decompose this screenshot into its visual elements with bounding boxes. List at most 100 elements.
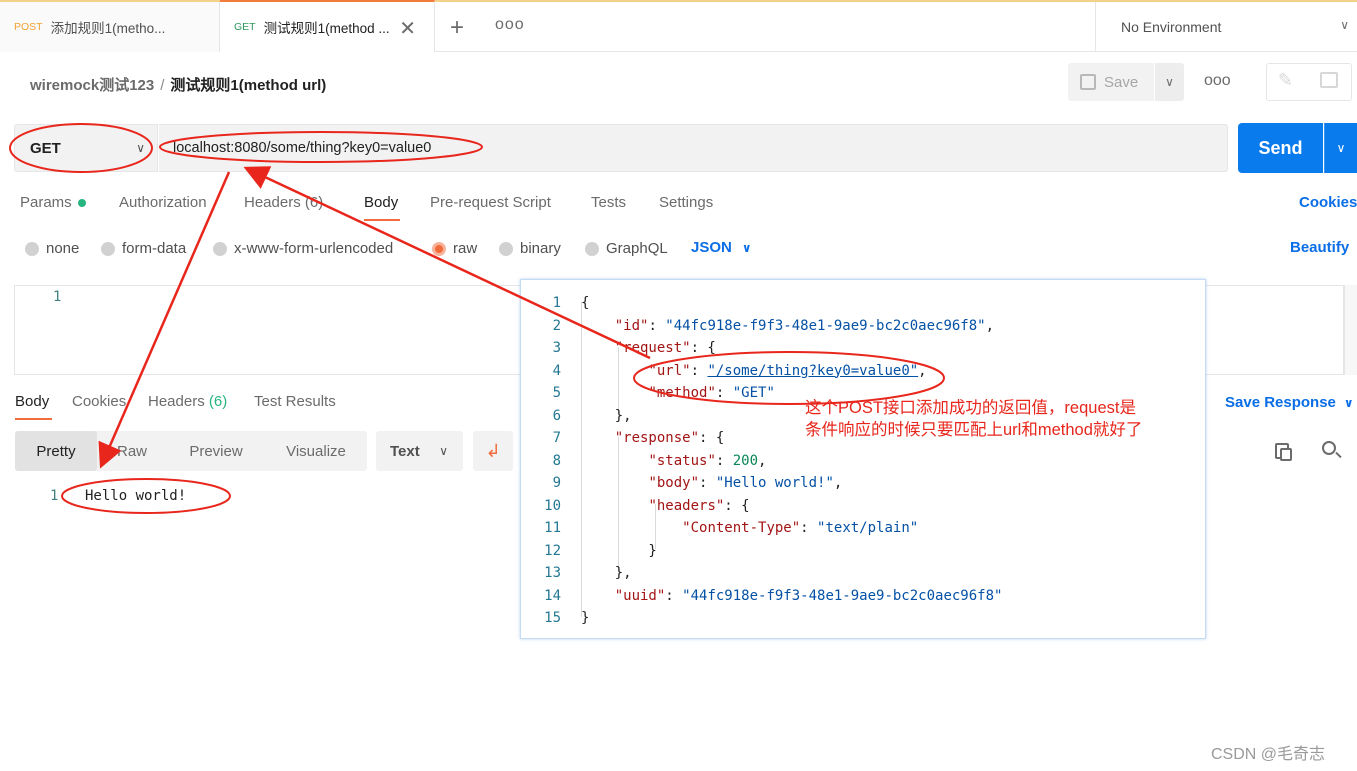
view-pretty[interactable]: Pretty xyxy=(15,431,97,471)
comment-icon[interactable] xyxy=(1320,72,1338,88)
json-value: "GET" xyxy=(732,385,775,401)
view-visualize[interactable]: Visualize xyxy=(265,431,367,471)
line-number: 12 xyxy=(544,542,561,559)
json-line-11: "Content-Type": "text/plain" xyxy=(682,520,919,536)
url-value: localhost:8080/some/thing?key0=value0 xyxy=(173,140,432,156)
radio-label: binary xyxy=(520,240,561,257)
chevron-down-icon: ∨ xyxy=(741,241,752,255)
new-tab-plus-icon[interactable]: + xyxy=(450,14,464,42)
copy-icon-front xyxy=(1280,448,1292,461)
response-format-select[interactable]: Text ∨ xyxy=(376,431,463,471)
response-tab-headers[interactable]: Headers (6) xyxy=(148,393,227,410)
annotation-line: 这个POST接口添加成功的返回值，request是 xyxy=(805,399,1136,417)
tab-post-add-rule[interactable]: POST 添加规则1(metho... xyxy=(0,2,220,52)
method-value: GET xyxy=(30,139,61,157)
watermark: CSDN @毛奇志 xyxy=(1211,746,1326,763)
close-icon[interactable]: ✕ xyxy=(399,16,416,41)
line-number: 9 xyxy=(552,475,561,491)
line-number: 3 xyxy=(552,340,561,356)
json-line-14: "uuid": "44fc918e-f9f3-48e1-9ae9-bc2c0ae… xyxy=(614,587,1003,604)
save-options-chevron-icon[interactable]: ∨ xyxy=(1155,63,1184,101)
save-button[interactable]: Save xyxy=(1068,63,1154,101)
json-value: "/some/thing?key0=value0" xyxy=(707,362,919,379)
json-line-4: "url": "/some/thing?key0=value0", xyxy=(648,362,927,379)
breadcrumb-request[interactable]: 测试规则1(method url) xyxy=(170,77,326,94)
json-key: "method" xyxy=(648,385,716,401)
line-number: 15 xyxy=(544,610,561,626)
json-line-10: "headers": { xyxy=(648,497,750,514)
radio-binary[interactable]: binary xyxy=(499,240,561,257)
json-code: { "id": "44fc918e-f9f3-48e1-9ae9-bc2c0ae… xyxy=(581,292,1002,630)
view-mode-bar: Pretty Raw Preview Visualize xyxy=(15,431,367,471)
tab-tests[interactable]: Tests xyxy=(591,194,626,211)
save-disk-icon xyxy=(1080,74,1096,90)
breadcrumb-collection[interactable]: wiremock测试123 xyxy=(30,77,154,94)
radio-form-data[interactable]: form-data xyxy=(101,240,186,257)
radio-dot xyxy=(101,241,115,256)
cookies-link[interactable]: Cookies xyxy=(1299,194,1357,211)
json-key: "uuid" xyxy=(614,587,666,604)
line-number: 13 xyxy=(544,565,561,581)
editor-scrollbar[interactable] xyxy=(1344,285,1357,375)
search-icon[interactable] xyxy=(1322,441,1336,455)
send-button[interactable]: Send xyxy=(1238,123,1323,173)
radio-graphql[interactable]: GraphQL xyxy=(585,240,668,257)
tab-title: 测试规则1(method ... xyxy=(263,21,390,36)
line-number: 5 xyxy=(552,385,561,401)
line-number: 8 xyxy=(552,452,561,469)
tab-params-label: Params xyxy=(20,194,72,211)
response-body-text: Hello world! xyxy=(85,488,187,504)
radio-dot xyxy=(585,241,599,256)
breadcrumb: wiremock测试123 / 测试规则1(method url) xyxy=(30,74,326,95)
radio-dot xyxy=(213,241,227,256)
line-number: 11 xyxy=(544,520,561,536)
radio-x-www-form-urlencoded[interactable]: x-www-form-urlencoded xyxy=(213,240,393,257)
breadcrumb-separator: / xyxy=(160,77,165,94)
environment-select[interactable]: No Environment ∨ xyxy=(1095,2,1357,52)
json-key: "request" xyxy=(614,340,691,356)
json-line-3: "request": { xyxy=(614,340,716,356)
save-response-button[interactable]: Save Response ∨ xyxy=(1225,394,1354,411)
save-response-label: Save Response xyxy=(1225,394,1336,411)
more-tabs-icon[interactable]: ooo xyxy=(495,16,525,34)
json-key: "id" xyxy=(614,317,649,334)
edit-pencil-icon[interactable]: ✎ xyxy=(1278,70,1293,91)
body-format-select[interactable]: JSON ∨ xyxy=(691,239,752,256)
json-key: "response" xyxy=(614,430,700,446)
view-preview[interactable]: Preview xyxy=(167,431,265,471)
radio-raw[interactable]: raw xyxy=(432,240,477,257)
line-number: 7 xyxy=(552,430,561,446)
active-tab-underline xyxy=(364,219,400,221)
json-line-8: "status": 200, xyxy=(648,452,767,469)
editor-line-number: 1 xyxy=(53,289,62,305)
response-tab-cookies[interactable]: Cookies xyxy=(72,393,126,410)
json-key: "headers" xyxy=(648,497,725,514)
tab-settings[interactable]: Settings xyxy=(659,194,713,211)
tab-authorization[interactable]: Authorization xyxy=(119,194,207,211)
tab-body[interactable]: Body xyxy=(364,194,398,211)
chevron-down-icon: ∨ xyxy=(439,444,448,458)
line-number: 4 xyxy=(552,362,561,379)
method-select[interactable]: GET ∨ xyxy=(14,124,158,172)
tab-headers[interactable]: Headers (6) xyxy=(244,194,323,211)
radio-label: none xyxy=(46,240,80,257)
send-options-chevron-icon[interactable]: ∨ xyxy=(1324,123,1357,173)
wrap-lines-icon[interactable]: ↲ xyxy=(473,431,513,471)
radio-none[interactable]: none xyxy=(25,240,79,257)
line-number: 6 xyxy=(552,407,561,424)
radio-label: GraphQL xyxy=(606,240,668,257)
chevron-down-icon: ∨ xyxy=(1343,396,1354,410)
response-tab-test-results[interactable]: Test Results xyxy=(254,393,336,410)
view-raw[interactable]: Raw xyxy=(97,431,167,471)
tab-get-test-rule[interactable]: GET 测试规则1(method ... ✕ xyxy=(220,0,435,52)
json-value: "44fc918e-f9f3-48e1-9ae9-bc2c0aec96f8" xyxy=(665,317,986,334)
tab-pre-request-script[interactable]: Pre-request Script xyxy=(430,194,551,211)
url-input[interactable]: localhost:8080/some/thing?key0=value0 xyxy=(159,124,1228,172)
response-tab-body[interactable]: Body xyxy=(15,393,49,410)
tab-params[interactable]: Params xyxy=(20,194,86,211)
more-actions-icon[interactable]: ooo xyxy=(1204,72,1231,90)
beautify-link[interactable]: Beautify xyxy=(1290,239,1349,256)
json-line-12: } xyxy=(581,542,657,559)
radio-dot-selected xyxy=(432,241,446,256)
json-line-2: "id": "44fc918e-f9f3-48e1-9ae9-bc2c0aec9… xyxy=(614,317,995,334)
